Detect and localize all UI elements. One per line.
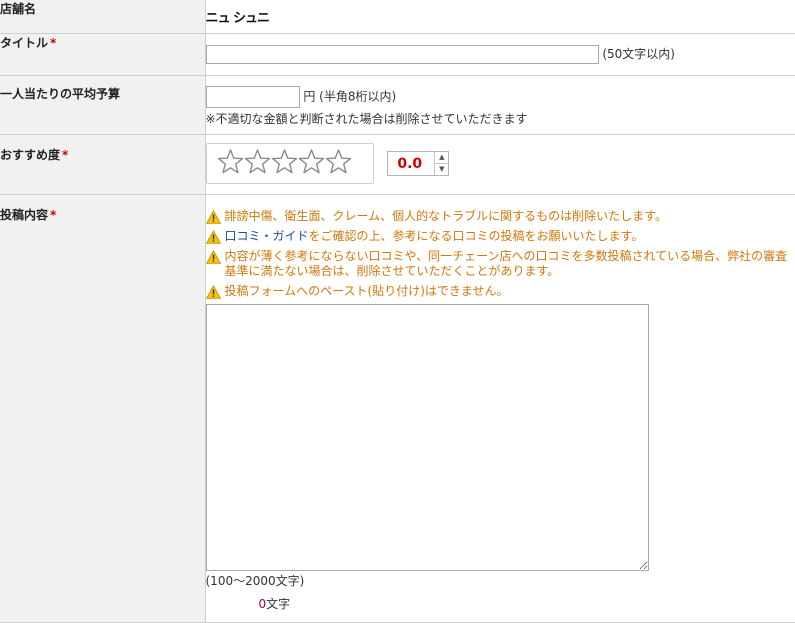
title-hint: (50文字以内) bbox=[602, 46, 675, 61]
warning-text: 投稿フォームへのペースト(貼り付け)はできません。 bbox=[225, 284, 509, 299]
warning-triangle-icon bbox=[205, 229, 221, 244]
title-input[interactable] bbox=[205, 44, 599, 64]
length-range-hint: (100～2000文字) bbox=[205, 573, 305, 588]
warning-message: 投稿フォームへのペースト(貼り付け)はできません。 bbox=[224, 283, 509, 298]
shop-label: 店舗名 bbox=[0, 0, 206, 34]
warning-item: 誹謗中傷、衛生面、クレーム、個人的なトラブルに関するものは削除いたします。 bbox=[205, 209, 795, 224]
required-mark: * bbox=[50, 207, 57, 222]
spin-up-icon[interactable]: ▲ bbox=[435, 152, 449, 164]
post-cell: 誹謗中傷、衛生面、クレーム、個人的なトラブルに関するものは削除いたします。 口コミ… bbox=[205, 194, 795, 623]
warning-message: 誹謗中傷、衛生面、クレーム、個人的なトラブルに関するものは削除いたします。 bbox=[224, 208, 667, 223]
review-form: 店舗名 ニュ シュニ タイトル * (50文字以内) 一人当たりの平均予算 円 (… bbox=[0, 0, 795, 623]
rating-label: おすすめ度 * bbox=[0, 134, 206, 195]
budget-unit-hint: 円 (半角8桁以内) bbox=[303, 89, 397, 103]
required-mark: * bbox=[50, 35, 57, 50]
review-guide-link[interactable]: 口コミ・ガイド bbox=[225, 229, 309, 243]
spin-down-icon[interactable]: ▼ bbox=[435, 164, 448, 175]
budget-note: ※不適切な金額と判断された場合は削除させていただきます bbox=[205, 111, 528, 126]
score-spinner[interactable]: ▲ ▼ bbox=[434, 151, 449, 175]
star-outline-icon[interactable] bbox=[298, 147, 325, 177]
char-count-value: 0 bbox=[258, 596, 267, 611]
rating-row: おすすめ度 * 0.0 ▲ ▼ bbox=[0, 134, 795, 195]
post-row: 投稿内容 * 誹謗中傷、衛生面、クレーム、個人的なトラブルに関するものは削除いたし… bbox=[0, 194, 795, 623]
post-label: 投稿内容 * bbox=[0, 194, 206, 623]
star-outline-icon[interactable] bbox=[271, 147, 298, 177]
post-textarea[interactable] bbox=[205, 303, 649, 571]
warning-list: 誹謗中傷、衛生面、クレーム、個人的なトラブルに関するものは削除いたします。 口コミ… bbox=[205, 209, 795, 299]
title-cell: (50文字以内) bbox=[205, 33, 795, 76]
budget-label: 一人当たりの平均予算 bbox=[0, 75, 206, 135]
shop-name-cell: ニュ シュニ bbox=[205, 0, 795, 34]
warning-message: 内容が薄く参考にならない口コミや、同一チェーン店への口コミを多数投稿されている場… bbox=[224, 248, 788, 278]
warning-triangle-icon bbox=[205, 249, 221, 264]
rating-cell: 0.0 ▲ ▼ bbox=[205, 134, 795, 195]
budget-cell: 円 (半角8桁以内) ※不適切な金額と判断された場合は削除させていただきます bbox=[205, 75, 795, 135]
warning-message: をご確認の上、参考になる口コミの投稿をお願いいたします。 bbox=[308, 228, 644, 243]
warning-item: 投稿フォームへのペースト(貼り付け)はできません。 bbox=[205, 284, 795, 299]
warning-triangle-icon bbox=[205, 284, 221, 299]
required-mark: * bbox=[62, 147, 69, 162]
char-count-unit: 文字 bbox=[266, 596, 291, 611]
title-row: タイトル * (50文字以内) bbox=[0, 33, 795, 76]
warning-text: 誹謗中傷、衛生面、クレーム、個人的なトラブルに関するものは削除いたします。 bbox=[225, 209, 667, 224]
warning-triangle-icon bbox=[205, 209, 221, 224]
shop-row: 店舗名 ニュ シュニ bbox=[0, 0, 795, 34]
warning-text: 口コミ・ガイドをご確認の上、参考になる口コミの投稿をお願いいたします。 bbox=[225, 229, 644, 244]
budget-row: 一人当たりの平均予算 円 (半角8桁以内) ※不適切な金額と判断された場合は削除… bbox=[0, 75, 795, 135]
warning-item: 口コミ・ガイドをご確認の上、参考になる口コミの投稿をお願いいたします。 bbox=[205, 229, 795, 244]
warning-item: 内容が薄く参考にならない口コミや、同一チェーン店への口コミを多数投稿されている場… bbox=[205, 249, 795, 279]
star-outline-icon[interactable] bbox=[244, 147, 271, 177]
warning-text: 内容が薄く参考にならない口コミや、同一チェーン店への口コミを多数投稿されている場… bbox=[225, 249, 795, 279]
star-outline-icon[interactable] bbox=[325, 147, 352, 177]
score-stepper[interactable]: 0.0 ▲ ▼ bbox=[387, 150, 450, 176]
score-value: 0.0 bbox=[397, 155, 423, 172]
shop-name: ニュ シュニ bbox=[205, 11, 271, 26]
char-counter: 0文字 bbox=[259, 595, 795, 612]
title-label: タイトル * bbox=[0, 33, 206, 76]
budget-input[interactable] bbox=[205, 85, 300, 108]
star-rating[interactable] bbox=[205, 142, 374, 184]
star-outline-icon[interactable] bbox=[217, 147, 244, 177]
